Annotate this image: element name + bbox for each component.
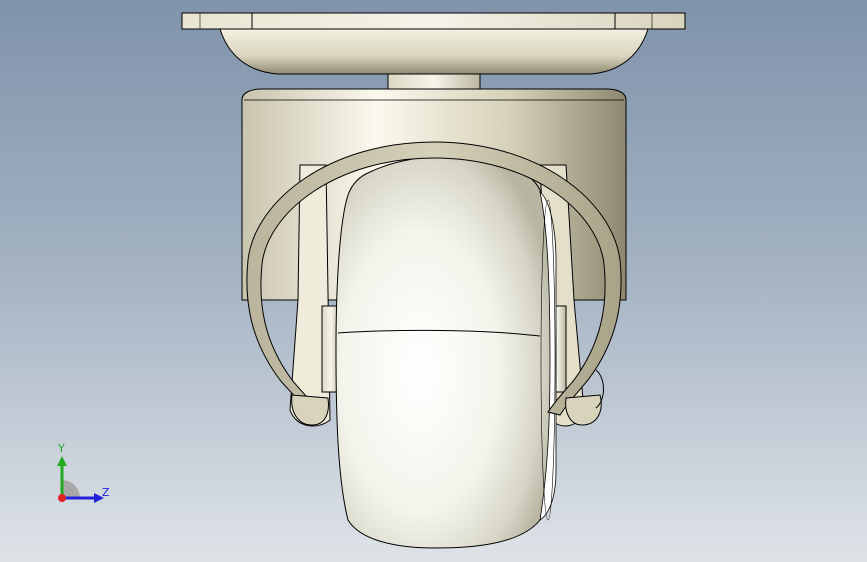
- coordinate-triad: [57, 456, 104, 503]
- caster-model[interactable]: [0, 0, 867, 562]
- swivel-bowl: [219, 28, 649, 75]
- graphics-viewport[interactable]: Y Z: [0, 0, 867, 562]
- y-axis-label: Y: [58, 442, 65, 455]
- wheel: [335, 155, 557, 549]
- z-axis-label: Z: [102, 486, 110, 499]
- x-axis-origin-icon: [58, 494, 66, 502]
- kingpin-stem: [387, 73, 481, 91]
- y-arrowhead-icon: [57, 456, 67, 466]
- mounting-plate: [181, 12, 686, 30]
